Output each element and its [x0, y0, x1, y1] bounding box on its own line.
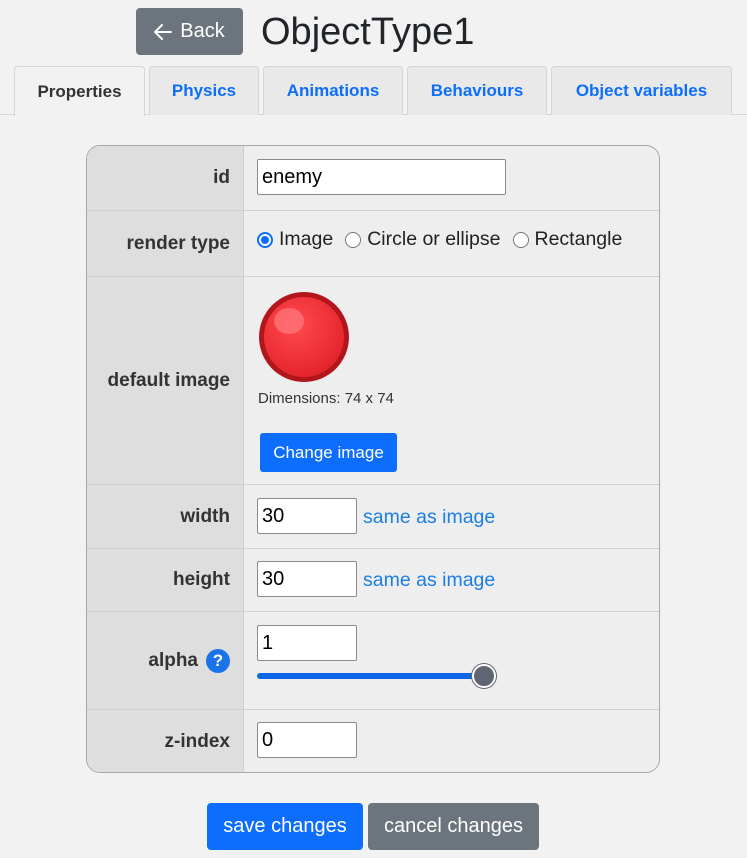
row-alpha: alpha ?: [87, 611, 659, 709]
render-type-rectangle-option[interactable]: Rectangle: [512, 228, 623, 251]
alpha-slider-track[interactable]: [257, 673, 485, 679]
alpha-input[interactable]: [257, 625, 357, 661]
tab-animations[interactable]: Animations: [263, 66, 403, 115]
properties-table: id render type Image Circle or ellipse R…: [86, 145, 660, 773]
alpha-label: alpha: [148, 649, 198, 671]
change-image-button[interactable]: Change image: [260, 433, 397, 472]
render-type-circle-label: Circle or ellipse: [367, 228, 501, 250]
render-type-rectangle-label: Rectangle: [534, 228, 623, 250]
image-dimensions: Dimensions: 74 x 74: [258, 390, 394, 407]
width-same-as-image-link[interactable]: same as image: [363, 506, 495, 529]
row-z-index: z-index: [87, 709, 659, 772]
render-type-radio-group: Image Circle or ellipse Rectangle: [257, 228, 634, 251]
tab-bar: Properties Physics Animations Behaviours…: [0, 66, 747, 116]
row-width: width same as image: [87, 484, 659, 548]
red-ball-image: [257, 290, 351, 389]
z-index-input[interactable]: [257, 722, 357, 758]
height-label: height: [87, 549, 244, 611]
height-input[interactable]: [257, 561, 357, 597]
default-image-label: default image: [87, 277, 244, 484]
back-button-label: Back: [180, 20, 225, 42]
row-default-image: default image Dimensions: 74 x 74 Change: [87, 276, 659, 484]
arrow-left-icon: [154, 23, 173, 40]
page-title: ObjectType1: [261, 11, 475, 53]
alpha-slider-thumb[interactable]: [472, 664, 496, 688]
z-index-label: z-index: [87, 710, 244, 772]
row-render-type: render type Image Circle or ellipse Rect…: [87, 210, 659, 276]
alpha-label-cell: alpha ?: [87, 612, 244, 709]
render-type-image-label: Image: [279, 228, 334, 250]
render-type-circle-option[interactable]: Circle or ellipse: [345, 228, 501, 251]
radio-checked-icon[interactable]: [257, 231, 273, 248]
tab-properties[interactable]: Properties: [14, 66, 145, 116]
back-button[interactable]: Back: [136, 8, 243, 55]
row-id: id: [87, 146, 659, 210]
help-icon[interactable]: ?: [206, 648, 230, 673]
width-label: width: [87, 485, 244, 548]
width-input[interactable]: [257, 498, 357, 534]
radio-unchecked-icon[interactable]: [345, 231, 362, 248]
radio-unchecked-icon[interactable]: [512, 231, 529, 248]
cancel-changes-button[interactable]: cancel changes: [368, 803, 539, 850]
id-label: id: [87, 146, 244, 210]
render-type-label: render type: [87, 211, 244, 276]
id-input[interactable]: [257, 159, 506, 195]
row-height: height same as image: [87, 548, 659, 611]
tab-behaviours[interactable]: Behaviours: [407, 66, 547, 115]
height-same-as-image-link[interactable]: same as image: [363, 569, 495, 592]
tab-object-variables[interactable]: Object variables: [551, 66, 732, 115]
save-changes-button[interactable]: save changes: [207, 803, 363, 850]
tab-physics[interactable]: Physics: [149, 66, 259, 115]
render-type-image-option[interactable]: Image: [257, 228, 333, 251]
